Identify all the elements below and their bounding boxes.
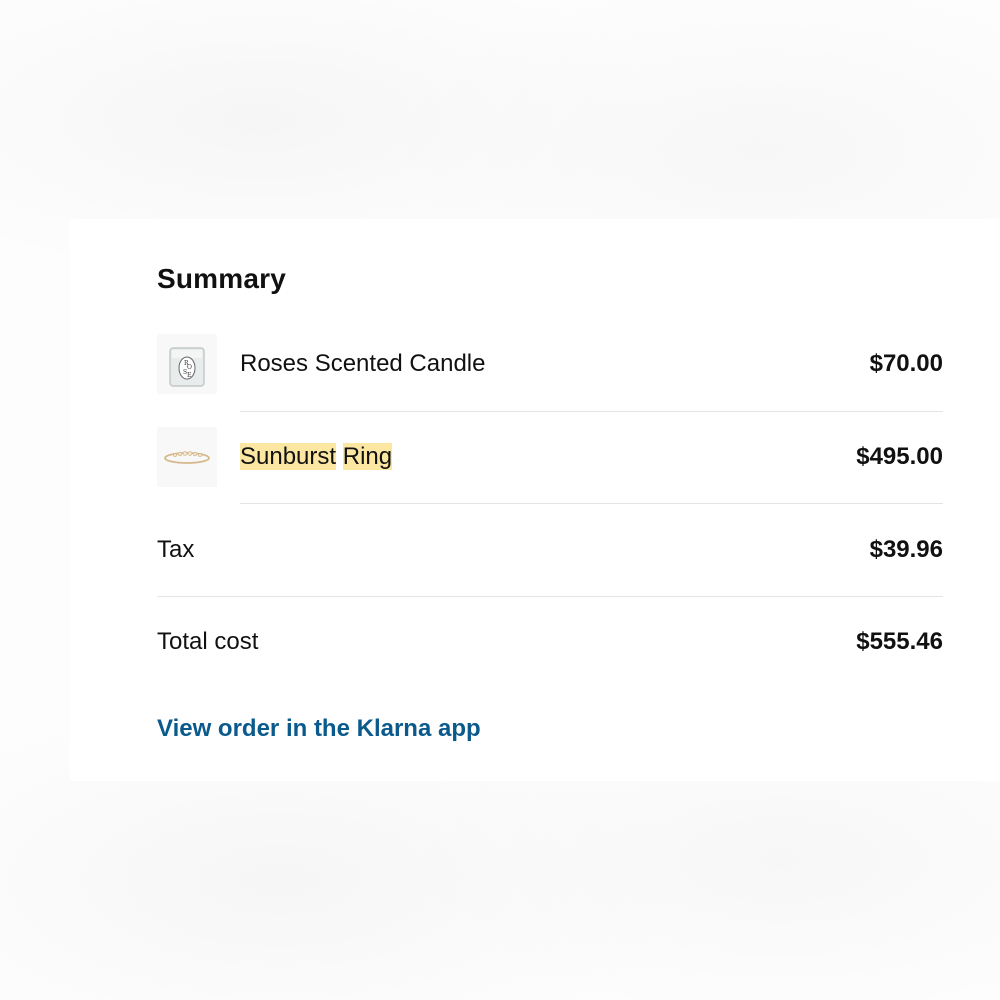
tax-label: Tax xyxy=(157,536,195,563)
tax-value: $39.96 xyxy=(869,536,943,563)
item-divider xyxy=(240,503,943,504)
candle-icon: R O S E xyxy=(169,347,205,387)
svg-text:E: E xyxy=(187,372,191,379)
highlighted-word: Ring xyxy=(342,443,393,470)
ring-icon xyxy=(164,451,210,464)
item-price-ring: $495.00 xyxy=(856,443,943,470)
item-divider xyxy=(240,411,943,412)
candle-thumbnail: R O S E xyxy=(157,334,217,394)
item-price-candle: $70.00 xyxy=(869,350,943,377)
item-name-ring[interactable]: Sunburst Ring xyxy=(240,442,393,472)
view-order-link[interactable]: View order in the Klarna app xyxy=(157,714,481,744)
order-summary-card: Summary R O S E Roses Scented Candle $70… xyxy=(70,219,1000,781)
total-divider xyxy=(157,596,943,597)
page-background: Summary R O S E Roses Scented Candle $70… xyxy=(0,0,1000,1000)
item-name-candle[interactable]: Roses Scented Candle xyxy=(240,349,485,379)
ring-thumbnail xyxy=(157,427,217,487)
svg-text:O: O xyxy=(187,364,192,371)
summary-title: Summary xyxy=(157,263,287,294)
total-label: Total cost xyxy=(157,628,259,655)
highlighted-word: Sunburst xyxy=(240,443,337,470)
total-value: $555.46 xyxy=(856,628,943,655)
